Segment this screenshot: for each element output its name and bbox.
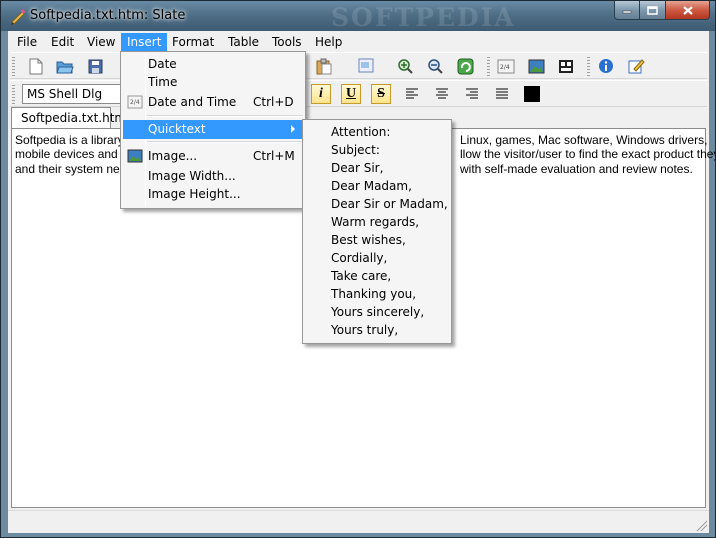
insert-image-icon[interactable] [527,57,545,75]
status-bar [8,510,709,533]
date-time-icon: 2/4 [127,95,143,109]
toolbar-grip[interactable] [487,57,490,76]
minimize-button[interactable] [614,1,640,20]
quicktext-item[interactable]: Subject: [305,141,449,159]
minimize-icon [622,10,632,14]
refresh-icon[interactable] [456,57,474,75]
svg-text:2/4: 2/4 [130,99,140,106]
close-button[interactable] [666,1,710,20]
menu-item-image[interactable]: Image... Ctrl+M [123,147,303,166]
italic-button[interactable]: i [311,84,331,104]
quicktext-item[interactable]: Dear Sir or Madam, [305,195,449,213]
title-bar[interactable]: SOFTPEDIA Softpedia.txt.htm: Slate [1,1,715,32]
toolbar-grip[interactable] [12,85,15,104]
menu-item-image-height[interactable]: Image Height... [123,185,303,204]
underline-icon: U [345,86,357,101]
menu-edit[interactable]: Edit [45,33,80,51]
zoom-out-icon[interactable] [426,57,444,75]
quicktext-item[interactable]: Thanking you, [305,285,449,303]
align-right-icon[interactable] [463,85,481,103]
quicktext-item[interactable]: Dear Sir, [305,159,449,177]
menu-table[interactable]: Table [222,33,265,51]
quicktext-item[interactable]: Dear Madam, [305,177,449,195]
text-line: Linux, games, Mac software, Windows driv… [460,133,708,147]
quicktext-item[interactable]: Warm regards, [305,213,449,231]
text-right-fragment: Linux, games, Mac software, Windows driv… [460,133,716,176]
window-title: Softpedia.txt.htm: Slate [30,8,186,23]
open-folder-icon[interactable] [56,57,74,75]
new-document-icon[interactable] [27,57,45,75]
justify-icon[interactable] [493,85,511,103]
menu-item-quicktext[interactable]: Quicktext [123,120,303,139]
main-toolbar: 2/4 [10,52,707,79]
info-icon[interactable] [597,57,615,75]
italic-icon: i [319,86,323,101]
svg-text:2/4: 2/4 [500,64,510,71]
close-icon [682,5,693,15]
app-window: SOFTPEDIA Softpedia.txt.htm: Slate File … [0,0,716,538]
toolbar-grip[interactable] [587,57,590,76]
menu-item-date[interactable]: Date [123,55,303,74]
menu-separator [147,141,303,143]
edit-note-icon[interactable] [627,57,645,75]
menu-item-time[interactable]: Time [123,73,303,92]
text-line: with self-made evaluation and review not… [460,161,693,176]
title-watermark: SOFTPEDIA [331,3,516,32]
menu-view[interactable]: View [81,33,121,51]
find-icon[interactable] [357,57,375,75]
submenu-arrow-icon [291,125,295,133]
resize-grip[interactable] [695,519,707,531]
date-time-icon[interactable]: 2/4 [497,57,515,75]
image-icon [127,149,143,163]
save-icon[interactable] [86,57,104,75]
maximize-button[interactable] [640,1,666,20]
strikethrough-button[interactable]: S [371,84,391,104]
table-icon[interactable] [557,57,575,75]
underline-button[interactable]: U [341,84,361,104]
menu-item-date-and-time[interactable]: 2/4 Date and Time Ctrl+D [123,93,303,112]
toolbar-grip[interactable] [12,57,15,76]
quicktext-item[interactable]: Cordially, [305,249,449,267]
menu-insert[interactable]: Insert [121,33,168,51]
quicktext-item[interactable]: Attention: [305,123,449,141]
font-color-swatch[interactable] [523,85,541,103]
menu-help[interactable]: Help [309,33,348,51]
insert-menu: Date Time 2/4 Date and Time Ctrl+D Quick… [120,51,306,209]
menu-file[interactable]: File [11,33,43,51]
format-toolbar: MS Shell Dlg i U S [10,80,707,107]
paste-icon[interactable] [315,57,333,75]
quicktext-submenu: Attention: Subject: Dear Sir, Dear Madam… [302,119,452,344]
maximize-icon [647,5,658,15]
text-line: llow the visitor/user to find the exact … [460,147,716,162]
menu-item-image-width[interactable]: Image Width... [123,167,303,186]
menu-separator [147,115,303,117]
quicktext-item[interactable]: Best wishes, [305,231,449,249]
zoom-in-icon[interactable] [396,57,414,75]
slate-app-icon [11,9,26,25]
align-left-icon[interactable] [403,85,421,103]
menu-format[interactable]: Format [166,33,220,51]
quicktext-item[interactable]: Take care, [305,267,449,285]
align-center-icon[interactable] [433,85,451,103]
strikethrough-icon: S [377,86,385,101]
quicktext-item[interactable]: Yours truly, [305,321,449,339]
tab-softpedia[interactable]: Softpedia.txt.htm [11,107,126,129]
menu-tools[interactable]: Tools [266,33,308,51]
menu-bar: File Edit View Insert Format Table Tools… [8,31,709,51]
quicktext-item[interactable]: Yours sincerely, [305,303,449,321]
